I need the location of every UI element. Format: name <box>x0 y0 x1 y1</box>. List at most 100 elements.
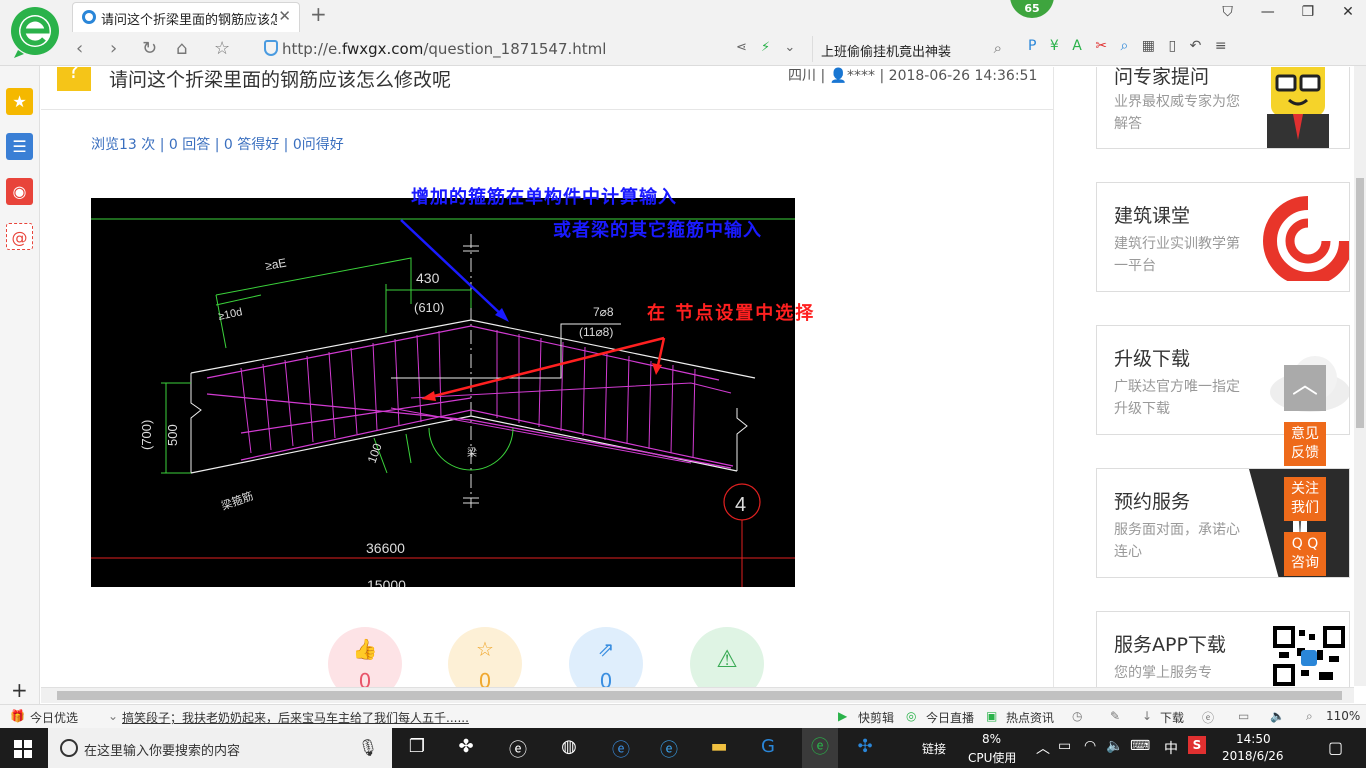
feedback-button[interactable]: 意见 反馈 <box>1284 422 1326 466</box>
share-icon[interactable]: ⋖ <box>736 40 747 55</box>
chevron-down-icon[interactable]: ⌄ <box>784 40 795 55</box>
ext-grid-icon[interactable]: ▦ <box>1142 38 1155 54</box>
ext-search-icon[interactable]: ⌕ <box>1121 38 1129 54</box>
ext-p-icon[interactable]: P <box>1028 38 1036 54</box>
taskbar-search[interactable]: 在这里输入你要搜索的内容 🎙 <box>48 728 392 768</box>
like-button[interactable]: 👍 0 <box>328 627 402 687</box>
today-pick-link[interactable]: 今日优选 <box>30 709 78 726</box>
weibo-icon[interactable]: ◉ <box>6 178 33 205</box>
report-button[interactable]: ⚠ <box>690 627 764 687</box>
card-app-download[interactable]: 服务APP下载 您的掌上服务专 <box>1096 611 1350 687</box>
window-icon[interactable]: ▭ <box>1238 709 1249 723</box>
sogou-icon[interactable]: S <box>1188 736 1206 754</box>
forward-icon[interactable]: › <box>110 38 117 59</box>
glodon-icon[interactable]: G <box>755 736 781 760</box>
horizontal-scrollbar[interactable] <box>41 687 1354 703</box>
card-building-class[interactable]: 建筑课堂 建筑行业实训教学第一平台 <box>1096 182 1350 292</box>
cad-drawing[interactable]: ≥aE ≥10d 430 (610) 7⌀8 (11⌀8) 500 (700) … <box>91 198 795 587</box>
news-list-icon[interactable]: ☰ <box>6 133 33 160</box>
close-window-button[interactable]: ✕ <box>1330 4 1366 20</box>
mute-icon[interactable]: 🔈 <box>1270 709 1285 723</box>
sidebar-add-icon[interactable]: + <box>11 678 28 702</box>
vertical-scrollbar[interactable] <box>1354 66 1366 686</box>
search-query[interactable]: 上班偷偷挂机竟出神装 <box>821 41 951 60</box>
remote-icon[interactable]: ✣ <box>852 736 878 760</box>
reload-icon[interactable]: ↻ <box>142 38 157 59</box>
new-tab-button[interactable]: + <box>310 2 327 26</box>
browser-logo-icon[interactable] <box>10 6 60 60</box>
file-explorer-icon[interactable]: ▬ <box>706 736 732 760</box>
card-ask-expert[interactable]: 问专家提问 业界最权威专家为您解答 <box>1096 67 1350 149</box>
qq-consult-button[interactable]: Q Q 咨询 <box>1284 532 1326 576</box>
zoom-level[interactable]: 110% <box>1326 709 1360 723</box>
favorite-count: 0 <box>478 669 492 687</box>
search-box[interactable]: 上班偷偷挂机竟出神装 ⌕ <box>812 36 1010 62</box>
tab-active[interactable]: 请问这个折梁里面的钢筋应该怎么修改呢 ✕ <box>72 2 300 32</box>
live-link[interactable]: 今日直播 <box>926 709 974 726</box>
wifi-icon[interactable]: ◠ <box>1084 738 1096 754</box>
volume-icon[interactable]: 🔈 <box>1106 738 1123 754</box>
back-icon[interactable]: ‹ <box>76 38 83 59</box>
chevron-down-icon[interactable]: ⌄ <box>108 709 118 723</box>
menu-icon[interactable]: ≡ <box>1215 38 1227 54</box>
link-label[interactable]: 链接 <box>922 740 946 757</box>
undo-icon[interactable]: ↶ <box>1190 38 1202 54</box>
restore-button[interactable]: ❐ <box>1290 4 1326 20</box>
favorite-button[interactable]: ☆ 0 <box>448 627 522 687</box>
card-desc: 服务面对面，承诺心连心 <box>1114 522 1240 560</box>
ie-icon[interactable]: ⓔ <box>656 736 682 761</box>
keyboard-icon[interactable]: ⌨ <box>1130 738 1150 754</box>
back-to-top-button[interactable]: ︿ <box>1284 365 1326 411</box>
security-shield-icon <box>264 40 278 56</box>
favorites-star-icon[interactable]: ★ <box>6 88 33 115</box>
ie-browser-icon[interactable]: ⓔ <box>505 736 531 761</box>
follow-us-button[interactable]: 关注 我们 <box>1284 477 1326 521</box>
hot-news-link[interactable]: 热点资讯 <box>1006 709 1054 726</box>
ext-shield-icon[interactable]: ¥ <box>1050 38 1059 54</box>
app-icon[interactable]: ◍ <box>556 736 582 760</box>
minimize-button[interactable]: — <box>1250 4 1286 20</box>
mail-icon[interactable]: @ <box>6 223 33 250</box>
speed-icon[interactable]: ◷ <box>1072 709 1082 723</box>
question-title: 请问这个折梁里面的钢筋应该怎么修改呢 <box>109 69 452 91</box>
search-icon[interactable]: ⌕ <box>994 39 1002 57</box>
tool-icon[interactable]: ✎ <box>1110 709 1120 723</box>
quick-clip-link[interactable]: 快剪辑 <box>858 709 894 726</box>
windows-start-icon[interactable] <box>14 740 32 758</box>
like-count: 0 <box>358 669 372 687</box>
annotation-blue-1: 增加的箍筋在单构件中计算输入 <box>411 187 677 208</box>
ext-tablet-icon[interactable]: ▯ <box>1168 38 1176 54</box>
address-url[interactable]: http://e.fwxgx.com/question_1871547.html <box>282 40 606 58</box>
clock-time[interactable]: 14:50 <box>1236 732 1271 746</box>
download-link[interactable]: 下载 <box>1160 709 1184 726</box>
bookmark-star-icon[interactable]: ☆ <box>214 38 230 59</box>
notification-badge[interactable]: 65 <box>1010 0 1054 18</box>
ime-indicator[interactable]: 中 <box>1164 738 1178 758</box>
share-button[interactable]: ⇗ 0 <box>569 627 643 687</box>
qr-code-icon[interactable] <box>1273 626 1345 686</box>
taskbar-search-placeholder[interactable]: 在这里输入你要搜索的内容 <box>84 740 240 759</box>
microphone-icon[interactable]: 🎙 <box>358 738 378 757</box>
edge-icon[interactable]: ⓔ <box>608 736 634 761</box>
home-icon[interactable]: ⌂ <box>176 38 187 59</box>
scroll-thumb[interactable] <box>1356 178 1364 428</box>
ext-scissors-icon[interactable]: ✂ <box>1095 38 1107 54</box>
follow-label: 关注 我们 <box>1291 481 1319 516</box>
browser-taskbar-icon[interactable]: ⓔ <box>802 728 838 768</box>
news-ticker-link[interactable]: 搞笑段子；我扶老奶奶起来，后来宝马车主给了我们每人五千...... <box>122 709 469 726</box>
tray-expand-icon[interactable]: ︿ <box>1036 738 1050 758</box>
stirrup-spec-2: (11⌀8) <box>579 325 613 339</box>
cortana-icon <box>60 739 78 757</box>
skin-icon[interactable]: ⛉ <box>1210 4 1246 20</box>
fan-app-icon[interactable]: ✤ <box>453 736 479 760</box>
scroll-thumb[interactable] <box>57 691 1342 700</box>
left-sidebar: ★ ☰ ◉ @ + <box>0 66 40 706</box>
notification-icon[interactable]: ▢ <box>1328 738 1343 757</box>
ext-translate-icon[interactable]: A <box>1072 38 1082 54</box>
battery-icon[interactable]: ▭ <box>1058 738 1071 754</box>
task-view-icon[interactable]: ❐ <box>404 736 430 760</box>
speed-icon[interactable]: ⚡ <box>761 40 770 55</box>
clock-date[interactable]: 2018/6/26 <box>1222 749 1284 763</box>
tab-close-icon[interactable]: ✕ <box>278 7 291 25</box>
ie-icon[interactable]: ⓔ <box>1202 709 1214 726</box>
